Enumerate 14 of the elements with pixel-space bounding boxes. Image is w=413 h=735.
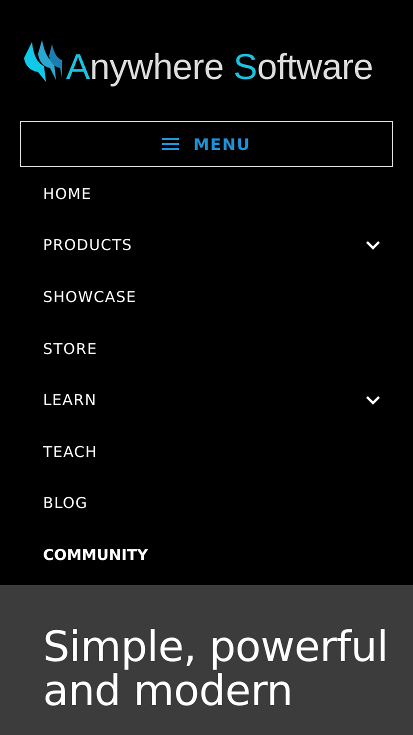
menu-button[interactable]: MENU (20, 121, 393, 167)
nav-link[interactable]: COMMUNITY (43, 546, 148, 564)
menu-icon (162, 138, 180, 150)
hero-heading: Simple, powerful and modern (43, 624, 390, 713)
nav-link[interactable]: BLOG (43, 494, 88, 512)
nav-link[interactable]: STORE (43, 340, 98, 358)
nav-link[interactable]: LEARN (43, 391, 97, 410)
chevron-down-icon[interactable] (365, 395, 381, 406)
nav-link[interactable]: HOME (43, 184, 92, 203)
logo-text[interactable]: Anywhere Software (66, 46, 374, 88)
nav-link[interactable]: PRODUCTS (43, 236, 132, 254)
chevron-down-icon[interactable] (365, 240, 381, 250)
nav-link[interactable]: TEACH (43, 442, 98, 461)
nav-link[interactable]: SHOWCASE (43, 288, 137, 306)
